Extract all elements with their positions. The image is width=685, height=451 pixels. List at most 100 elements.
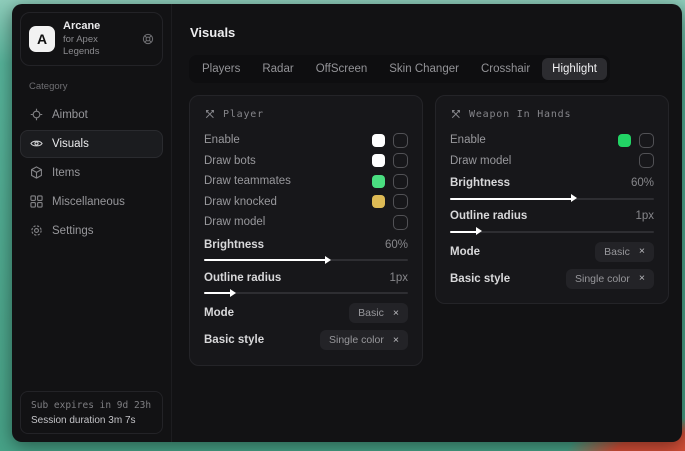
tab-players[interactable]: Players	[192, 58, 250, 80]
sidebar-item-visuals[interactable]: Visuals	[20, 130, 163, 158]
color-swatch[interactable]	[372, 134, 385, 147]
setting-label: Draw knocked	[204, 196, 372, 208]
setting-row-mode: ModeBasic×	[204, 302, 408, 325]
select-pill-basic-style[interactable]: Single color×	[566, 269, 654, 289]
sidebar-item-label: Settings	[52, 225, 94, 237]
sidebar-item-label: Visuals	[52, 138, 89, 150]
lifebuoy-icon[interactable]	[142, 33, 154, 45]
panel-player: Player Enable Draw bots Draw teammates Draw …	[189, 95, 423, 366]
tab-skin-changer[interactable]: Skin Changer	[379, 58, 469, 80]
swords-icon	[450, 108, 462, 120]
box-icon	[30, 166, 43, 179]
slider-brightness[interactable]	[204, 256, 408, 265]
setting-label: Draw bots	[204, 155, 372, 167]
slider-fill	[204, 259, 326, 261]
sidebar-item-label: Miscellaneous	[52, 196, 125, 208]
panel-header: Player	[204, 108, 408, 120]
setting-label: Brightness	[204, 239, 385, 251]
slider-outline-radius[interactable]	[450, 227, 654, 236]
select-value: Basic	[604, 246, 630, 258]
slider-thumb[interactable]	[325, 256, 331, 264]
setting-label: Basic style	[450, 273, 566, 285]
slider-value: 1px	[389, 272, 408, 284]
checkbox[interactable]	[393, 174, 408, 189]
sidebar-item-label: Aimbot	[52, 109, 88, 121]
crosshair-icon	[30, 108, 43, 121]
setting-label: Basic style	[204, 334, 320, 346]
setting-label: Brightness	[450, 177, 631, 189]
x-icon[interactable]: ×	[639, 273, 645, 284]
checkbox[interactable]	[639, 133, 654, 148]
checkbox[interactable]	[639, 153, 654, 168]
tab-bar: PlayersRadarOffScreenSkin ChangerCrossha…	[189, 55, 610, 83]
setting-label: Enable	[450, 134, 618, 146]
setting-row-basic-style: Basic styleSingle color×	[450, 267, 654, 290]
slider-thumb[interactable]	[571, 194, 577, 202]
page-title: Visuals	[190, 25, 669, 40]
sidebar-item-items[interactable]: Items	[20, 159, 163, 187]
setting-row-draw-model: Draw model	[204, 212, 408, 233]
gear-icon	[30, 224, 43, 237]
color-swatch[interactable]	[618, 134, 631, 147]
main-content: Visuals PlayersRadarOffScreenSkin Change…	[172, 4, 682, 442]
checkbox[interactable]	[393, 133, 408, 148]
swords-icon	[204, 108, 216, 120]
select-pill-mode[interactable]: Basic×	[349, 303, 408, 323]
slider-value: 60%	[631, 177, 654, 189]
sub-expiry-text: Sub expires in 9d 23h	[31, 400, 152, 411]
setting-label: Draw model	[204, 216, 393, 228]
checkbox[interactable]	[393, 215, 408, 230]
color-swatch[interactable]	[372, 195, 385, 208]
panel-header: Weapon In Hands	[450, 108, 654, 120]
tab-highlight[interactable]: Highlight	[542, 58, 607, 80]
setting-row-draw-teammates: Draw teammates	[204, 171, 408, 192]
setting-row-draw-model: Draw model	[450, 151, 654, 172]
grid-icon	[30, 195, 43, 208]
x-icon[interactable]: ×	[393, 308, 399, 319]
slider-brightness[interactable]	[450, 194, 654, 203]
sidebar-item-settings[interactable]: Settings	[20, 217, 163, 245]
setting-row-brightness: Brightness60%	[450, 173, 654, 193]
app-window: A Arcane for Apex Legends Category Aimbo…	[12, 4, 682, 442]
panel-weapon-in-hands: Weapon In Hands Enable Draw model Brightnes…	[435, 95, 669, 304]
x-icon[interactable]: ×	[393, 335, 399, 346]
app-logo: A	[29, 26, 55, 52]
select-pill-basic-style[interactable]: Single color ×	[320, 330, 408, 350]
sidebar-item-label: Items	[52, 167, 80, 179]
setting-row-basic-style: Basic style Single color ×	[204, 329, 408, 352]
setting-label: Outline radius	[450, 210, 635, 222]
checkbox[interactable]	[393, 153, 408, 168]
select-pill-mode[interactable]: Basic ×	[595, 242, 654, 262]
setting-row-mode: Mode Basic ×	[450, 240, 654, 263]
setting-row-outline-radius: Outline radius1px	[450, 206, 654, 226]
slider-thumb[interactable]	[230, 289, 236, 297]
x-icon[interactable]: ×	[639, 246, 645, 257]
slider-thumb[interactable]	[476, 227, 482, 235]
panel-title: Player	[223, 109, 264, 120]
setting-label: Draw model	[450, 155, 639, 167]
app-title: Arcane	[63, 20, 134, 34]
tab-crosshair[interactable]: Crosshair	[471, 58, 540, 80]
setting-label: Enable	[204, 134, 372, 146]
category-label: Category	[29, 81, 171, 92]
setting-label: Mode	[450, 246, 595, 258]
subscription-box: Sub expires in 9d 23h Session duration 3…	[20, 391, 163, 434]
checkbox[interactable]	[393, 194, 408, 209]
color-swatch[interactable]	[372, 175, 385, 188]
tab-radar[interactable]: Radar	[252, 58, 303, 80]
select-value: Single color	[329, 334, 384, 346]
app-subtitle: for Apex Legends	[63, 34, 134, 58]
setting-label: Mode	[204, 307, 349, 319]
sidebar-nav: Aimbot Visuals Items Miscellaneous Settings	[12, 101, 171, 245]
sidebar-item-miscellaneous[interactable]: Miscellaneous	[20, 188, 163, 216]
slider-outline-radius[interactable]	[204, 289, 408, 298]
sidebar-item-aimbot[interactable]: Aimbot	[20, 101, 163, 129]
color-swatch[interactable]	[372, 154, 385, 167]
panels-area: Player Enable Draw bots Draw teammates Draw …	[189, 95, 669, 366]
brand-text: Arcane for Apex Legends	[63, 20, 134, 58]
setting-row-enable: Enable	[204, 130, 408, 151]
setting-row-brightness: Brightness60%	[204, 235, 408, 255]
slider-fill	[204, 292, 231, 294]
panel-title: Weapon In Hands	[469, 109, 571, 120]
tab-offscreen[interactable]: OffScreen	[306, 58, 378, 80]
